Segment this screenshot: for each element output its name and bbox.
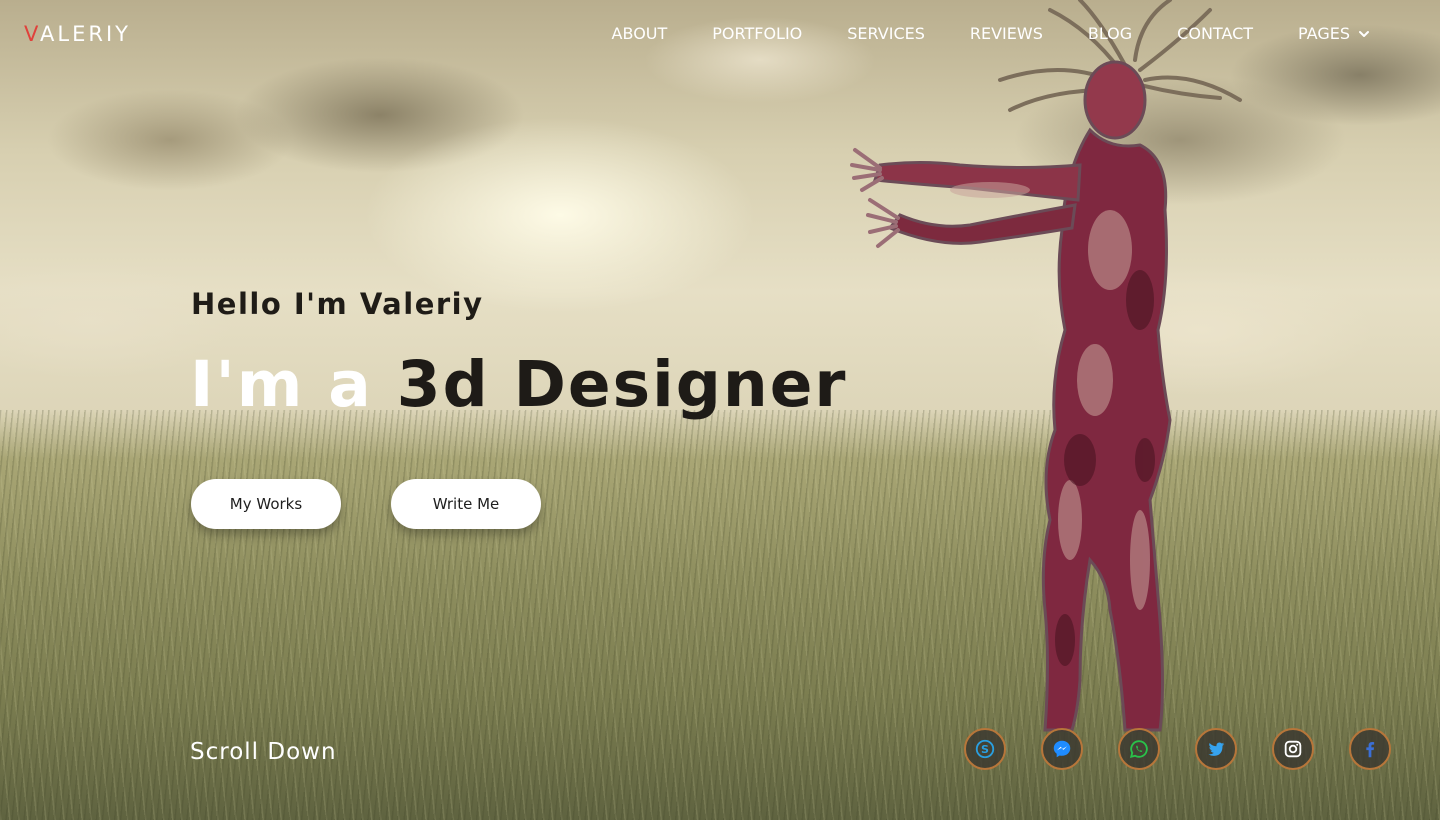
skype-icon: S [975, 739, 995, 759]
twitter-link[interactable] [1195, 728, 1237, 770]
hero-title-highlight: 3d Designer [396, 348, 848, 421]
nav-item-pages[interactable]: PAGES [1298, 24, 1370, 43]
nav-item-blog[interactable]: BLOG [1088, 24, 1132, 43]
main-nav: ABOUT PORTFOLIO SERVICES REVIEWS BLOG CO… [567, 24, 1370, 43]
nav-item-portfolio[interactable]: PORTFOLIO [712, 24, 802, 43]
scroll-down-link[interactable]: Scroll Down [190, 739, 337, 765]
nav-item-reviews[interactable]: REVIEWS [970, 24, 1043, 43]
whatsapp-link[interactable] [1118, 728, 1160, 770]
nav-item-pages-label: PAGES [1298, 24, 1350, 43]
3d-figure-image [850, 0, 1242, 732]
site-logo[interactable]: VALERIY [24, 22, 131, 46]
logo-text: ALERIY [40, 22, 131, 46]
social-links: S [964, 728, 1391, 770]
facebook-icon [1366, 742, 1375, 758]
hero-title-prefix: I'm a [190, 348, 397, 421]
svg-text:S: S [981, 743, 989, 756]
nav-item-contact[interactable]: CONTACT [1177, 24, 1253, 43]
instagram-link[interactable] [1272, 728, 1314, 770]
chevron-down-icon [1359, 30, 1369, 37]
instagram-icon [1284, 740, 1302, 758]
write-me-button[interactable]: Write Me [391, 479, 541, 529]
skype-link[interactable]: S [964, 728, 1006, 770]
hero-title: I'm a 3d Designer [190, 348, 848, 421]
whatsapp-icon [1129, 740, 1148, 759]
logo-first-letter: V [24, 22, 41, 46]
nav-item-about[interactable]: ABOUT [612, 24, 668, 43]
twitter-icon [1208, 742, 1225, 756]
hero-greeting: Hello I'm Valeriy [191, 287, 484, 321]
nav-item-services[interactable]: SERVICES [847, 24, 925, 43]
messenger-link[interactable] [1041, 728, 1083, 770]
messenger-icon [1053, 740, 1071, 758]
facebook-link[interactable] [1349, 728, 1391, 770]
my-works-button[interactable]: My Works [191, 479, 341, 529]
